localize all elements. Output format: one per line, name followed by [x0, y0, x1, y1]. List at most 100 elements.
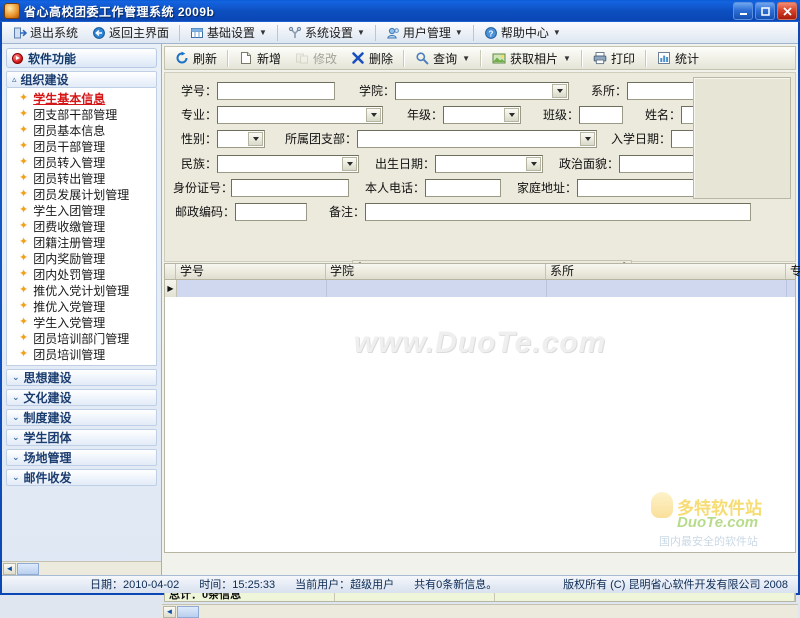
toolbar-button-search[interactable]: 查询▼ — [408, 47, 477, 69]
xueyuan-select[interactable] — [395, 82, 569, 100]
menu-item-exit[interactable]: 退出系统 — [6, 22, 85, 43]
nianji-select[interactable] — [443, 106, 521, 124]
sidebar-item[interactable]: ✦团员培训部门管理 — [7, 330, 156, 346]
scroll-left-button[interactable]: ◄ — [3, 563, 16, 575]
chevron-down-icon[interactable] — [248, 132, 263, 146]
sidebar-item[interactable]: ✦团内处罚管理 — [7, 266, 156, 282]
main-body: 软件功能 ▵ 组织建设 ✦学生基本信息✦团支部干部管理✦团员基本信息✦团员干部管… — [2, 44, 798, 575]
banji-input[interactable] — [579, 106, 623, 124]
chevron-down-icon[interactable] — [342, 157, 357, 171]
maximize-button[interactable] — [755, 2, 775, 20]
logo-line1: 多特软件站 — [677, 494, 762, 519]
sidebar-item[interactable]: ✦团费收缴管理 — [7, 218, 156, 234]
sidebar-item[interactable]: ✦团员转出管理 — [7, 170, 156, 186]
sidebar-collapsed-group[interactable]: ⌄文化建设 — [6, 389, 157, 406]
sidebar-horizontal-scrollbar[interactable]: ◄ — [2, 561, 162, 575]
sidebar-item[interactable]: ✦学生基本信息 — [7, 90, 156, 106]
grid-column-header[interactable]: 学号 — [176, 264, 326, 279]
menu-item-basic-settings-label: 基础设置 — [207, 24, 255, 41]
chevron-down-icon[interactable] — [526, 157, 541, 171]
chushengriqi-select[interactable] — [435, 155, 543, 173]
grid-column-header[interactable]: 专业 — [786, 264, 800, 279]
toolbar-button-photo[interactable]: 获取相片▼ — [485, 47, 578, 69]
toolbar-button-delete-x[interactable]: 删除 — [344, 47, 400, 69]
toolbar-button-stats[interactable]: 统计 — [650, 47, 706, 69]
grid-cell[interactable] — [327, 280, 547, 297]
dianhua-input[interactable] — [425, 179, 501, 197]
logo-line2: DuoTe.com — [677, 514, 758, 531]
grid-cell[interactable] — [177, 280, 327, 297]
chevron-down-icon: ⌄ — [12, 472, 20, 483]
star-bullet-icon: ✦ — [19, 301, 28, 312]
minimize-button[interactable] — [733, 2, 753, 20]
sidebar-item[interactable]: ✦团支部干部管理 — [7, 106, 156, 122]
chevron-down-icon[interactable] — [504, 108, 519, 122]
youzhengbianma-input[interactable] — [235, 203, 307, 221]
shenfenzheng-input[interactable] — [231, 179, 349, 197]
menu-item-home[interactable]: 返回主界面 — [85, 22, 176, 43]
close-button[interactable] — [777, 2, 797, 20]
application-window: 省心高校团委工作管理系统 2009b 退出系统 — [0, 0, 800, 595]
grid-cell[interactable] — [547, 280, 787, 297]
photo-placeholder[interactable] — [693, 77, 791, 199]
sidebar-item[interactable]: ✦团员基本信息 — [7, 122, 156, 138]
content-horizontal-scrollbar[interactable]: ◄ — [162, 604, 798, 618]
minzu-select[interactable] — [217, 155, 359, 173]
chevron-down-icon[interactable] — [366, 108, 381, 122]
xingbie-select[interactable] — [217, 130, 265, 148]
photo-icon — [492, 51, 506, 65]
sidebar-collapsed-group[interactable]: ⌄思想建设 — [6, 369, 157, 386]
menu-item-basic-settings[interactable]: 基础设置 ▼ — [183, 22, 274, 43]
zhuanye-select[interactable] — [217, 106, 383, 124]
zhuanye-label: 专业： — [173, 106, 217, 123]
sidebar-item[interactable]: ✦学生入团管理 — [7, 202, 156, 218]
sidebar-item[interactable]: ✦推优入党管理 — [7, 298, 156, 314]
form-row-1: 学号： 学院： 系所： — [173, 81, 777, 100]
toolbar-divider — [581, 50, 583, 67]
sidebar-collapsed-groups: ⌄思想建设⌄文化建设⌄制度建设⌄学生团体⌄场地管理⌄邮件收发 — [2, 369, 161, 486]
chevron-down-icon: ▼ — [455, 28, 463, 37]
jiatingdizhi-input[interactable] — [577, 179, 705, 197]
sidebar-item[interactable]: ✦学生入党管理 — [7, 314, 156, 330]
sidebar-item[interactable]: ✦团籍注册管理 — [7, 234, 156, 250]
star-bullet-icon: ✦ — [19, 141, 28, 152]
xuehao-input[interactable] — [217, 82, 335, 100]
chevron-down-icon[interactable]: ▼ — [462, 54, 470, 63]
chevron-down-icon[interactable]: ▼ — [563, 54, 571, 63]
tuanzhibu-select[interactable] — [357, 130, 597, 148]
grid-cell[interactable] — [787, 280, 800, 297]
scroll-thumb[interactable] — [17, 563, 39, 575]
sidebar-item[interactable]: ✦团员培训管理 — [7, 346, 156, 362]
sidebar-collapsed-group[interactable]: ⌄学生团体 — [6, 429, 157, 446]
grid-corner-cell — [165, 264, 176, 279]
chevron-up-icon: ▵ — [12, 74, 17, 85]
beizhu-input[interactable] — [365, 203, 751, 221]
chevron-down-icon: ▼ — [259, 28, 267, 37]
sidebar-item-label: 学生入党管理 — [33, 314, 105, 331]
menu-item-user-management[interactable]: 用户管理 ▼ — [379, 22, 470, 43]
sidebar-item[interactable]: ✦团员干部管理 — [7, 138, 156, 154]
grid-row[interactable]: ▶ — [165, 280, 795, 297]
toolbar-button-refresh[interactable]: 刷新 — [168, 47, 224, 69]
beizhu-label: 备注： — [323, 203, 365, 220]
scroll-left-button[interactable]: ◄ — [163, 606, 176, 618]
menu-item-help-center[interactable]: ? 帮助中心 ▼ — [477, 22, 568, 43]
sidebar-collapsed-group[interactable]: ⌄场地管理 — [6, 449, 157, 466]
menu-item-system-settings[interactable]: 系统设置 ▼ — [281, 22, 372, 43]
sidebar-item[interactable]: ✦团员转入管理 — [7, 154, 156, 170]
sidebar-item[interactable]: ✦团内奖励管理 — [7, 250, 156, 266]
toolbar-button-printer[interactable]: 打印 — [586, 47, 642, 69]
sidebar-collapsed-group[interactable]: ⌄邮件收发 — [6, 469, 157, 486]
sidebar-item[interactable]: ✦推优入党计划管理 — [7, 282, 156, 298]
row-selector-arrow-icon: ▶ — [165, 280, 177, 297]
toolbar-button-new-doc[interactable]: 新增 — [232, 47, 288, 69]
chevron-down-icon[interactable] — [580, 132, 595, 146]
scroll-thumb[interactable] — [177, 606, 199, 618]
sidebar-item[interactable]: ✦团员发展计划管理 — [7, 186, 156, 202]
chevron-down-icon[interactable] — [552, 84, 567, 98]
sidebar-group-organization[interactable]: ▵ 组织建设 — [6, 71, 157, 88]
grid-column-header[interactable]: 系所 — [546, 264, 786, 279]
grid-column-header[interactable]: 学院 — [326, 264, 546, 279]
sidebar-collapsed-group-label: 场地管理 — [24, 449, 72, 466]
sidebar-collapsed-group[interactable]: ⌄制度建设 — [6, 409, 157, 426]
